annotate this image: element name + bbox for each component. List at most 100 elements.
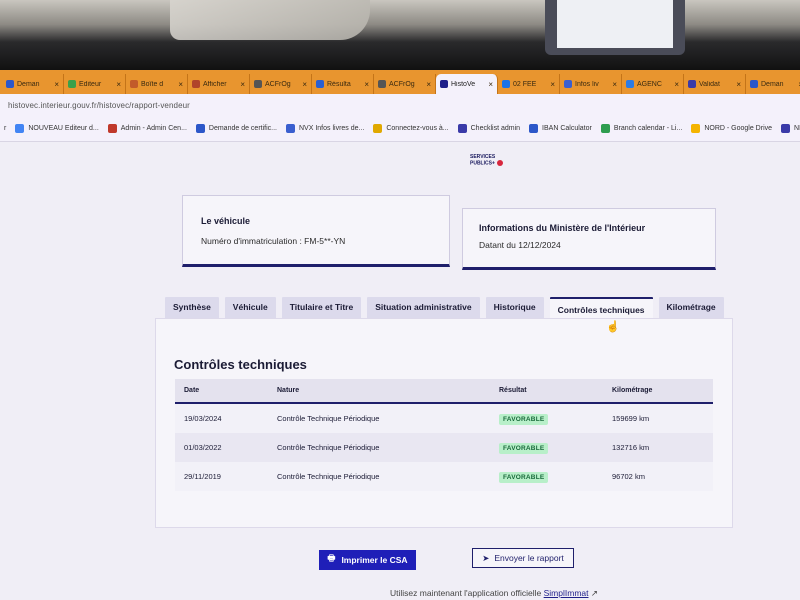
cell-mileage: 132716 km xyxy=(612,443,650,452)
send-report-button[interactable]: ➤ Envoyer le rapport xyxy=(472,548,574,568)
close-icon[interactable]: × xyxy=(612,80,617,89)
bookmark-label: r xyxy=(4,125,7,132)
footer-text: Utilisez maintenant l'application offici… xyxy=(390,588,598,598)
browser-tab[interactable]: 02 FEE × xyxy=(498,74,560,94)
tab-situation-administrative[interactable]: Situation administrative xyxy=(367,297,480,320)
tab-favicon-icon xyxy=(626,80,634,88)
background-object xyxy=(170,0,370,40)
bookmark-item[interactable]: NOUVEAU Editeur d... xyxy=(15,124,99,133)
browser-tab[interactable]: Deman× xyxy=(746,74,800,94)
report-tabs: Synthèse Véhicule Titulaire et Titre Situat… xyxy=(165,297,724,320)
close-icon[interactable]: × xyxy=(674,80,679,89)
background-tablet xyxy=(545,0,685,55)
cell-mileage: 96702 km xyxy=(612,472,645,481)
table-header: Date Nature Résultat Kilométrage xyxy=(175,379,713,404)
header-nature: Nature xyxy=(277,387,300,394)
tab-title: Validat xyxy=(699,80,720,88)
cell-nature: Contrôle Technique Périodique xyxy=(277,414,380,423)
bookmark-label: Branch calendar - Li... xyxy=(613,125,683,132)
close-icon[interactable]: × xyxy=(550,80,555,89)
bookmark-label: IBAN Calculator xyxy=(542,125,592,132)
bookmark-label: Demande de certific... xyxy=(208,125,277,132)
browser-tab[interactable]: Infos liv × xyxy=(560,74,622,94)
address-bar[interactable]: histovec.interieur.gouv.fr/histovec/rapp… xyxy=(0,94,800,116)
bookmark-icon xyxy=(373,124,383,133)
bookmark-label: Admin - Admin Cen... xyxy=(120,125,187,132)
bookmark-item[interactable]: Admin - Admin Cen... xyxy=(107,124,187,133)
close-icon[interactable]: × xyxy=(488,80,493,89)
close-icon[interactable]: × xyxy=(302,80,307,89)
bookmark-item[interactable]: r xyxy=(4,125,6,132)
bookmark-item[interactable]: IBAN Calculator xyxy=(529,124,592,133)
close-icon[interactable]: × xyxy=(364,80,369,89)
browser-tab[interactable]: ACFrOg × xyxy=(374,74,436,94)
close-icon[interactable]: × xyxy=(736,80,741,89)
browser-tab[interactable]: Boîte d × xyxy=(126,74,188,94)
bookmark-icon xyxy=(286,124,295,133)
bookmark-icon xyxy=(457,124,467,133)
photo-background xyxy=(0,0,800,70)
tab-historique[interactable]: Historique xyxy=(485,297,544,320)
cell-mileage: 159699 km xyxy=(612,414,650,423)
browser-tab[interactable]: Editeur × xyxy=(64,74,126,94)
simplimmat-link[interactable]: SimplImmat xyxy=(544,588,589,598)
tab-favicon-icon xyxy=(440,80,448,88)
tab-vehicule[interactable]: Véhicule xyxy=(224,297,276,320)
browser-tab[interactable]: AGENC × xyxy=(622,74,684,94)
cell-result: FAVORABLE xyxy=(499,414,612,425)
browser-tab[interactable]: Résulta × xyxy=(312,74,374,94)
vehicle-card: Le véhicule Numéro d'immatriculation : F… xyxy=(182,195,450,267)
registration-number: Numéro d'immatriculation : FM-5**-YN xyxy=(201,236,346,246)
tab-kilometrage[interactable]: Kilométrage xyxy=(658,297,724,320)
bookmark-label: NOUVEAU Editeur d... xyxy=(28,125,99,132)
table-row: 01/03/2022 Contrôle Technique Périodique F… xyxy=(175,433,713,462)
close-icon[interactable]: × xyxy=(240,80,245,89)
close-icon[interactable]: × xyxy=(54,80,59,89)
tab-titulaire-et-titre[interactable]: Titulaire et Titre xyxy=(281,297,362,320)
browser-tab[interactable]: Deman × xyxy=(2,74,64,94)
close-icon[interactable]: × xyxy=(116,80,121,89)
tab-favicon-icon xyxy=(564,80,572,88)
bookmark-label: Checklist admin xyxy=(470,125,521,132)
tab-favicon-icon xyxy=(254,80,262,88)
bookmark-item[interactable]: Connectez-vous à... xyxy=(373,124,449,133)
table-row: 29/11/2019 Contrôle Technique Périodique F… xyxy=(175,462,713,491)
send-icon: ➤ xyxy=(482,552,490,563)
controls-table: Date Nature Résultat Kilométrage 19/03/2… xyxy=(175,379,713,491)
bookmark-icon xyxy=(691,124,701,133)
tab-favicon-icon xyxy=(192,80,200,88)
services-publics-logo: SERVICES PUBLICS+ xyxy=(470,154,503,166)
close-icon[interactable]: × xyxy=(178,80,183,89)
url-text[interactable]: histovec.interieur.gouv.fr/histovec/rapp… xyxy=(8,101,190,110)
browser-tab[interactable]: HistoVe × xyxy=(436,74,498,94)
ministry-card: Informations du Ministère de l'Intérieur… xyxy=(462,208,716,270)
section-title: Contrôles techniques xyxy=(174,357,307,372)
tab-title: AGENC xyxy=(637,80,662,88)
bookmark-item[interactable]: NVX Infos livres de... xyxy=(286,124,364,133)
close-icon[interactable]: × xyxy=(426,80,431,89)
bookmark-icon xyxy=(781,124,791,133)
tab-title: Boîte d xyxy=(141,80,164,88)
tab-title: 02 FEE xyxy=(513,80,537,88)
bookmark-item[interactable]: Checklist admin xyxy=(457,124,521,133)
bookmark-label: NVX Infos livres de... xyxy=(299,125,365,132)
bookmark-item[interactable]: NEWDemande va xyxy=(781,124,800,133)
cell-date: 01/03/2022 xyxy=(184,443,222,452)
bookmark-label: Connectez-vous à... xyxy=(386,125,449,132)
print-csa-button[interactable]: 🖶 Imprimer le CSA xyxy=(319,550,416,570)
tab-synthese[interactable]: Synthèse xyxy=(165,297,219,320)
tab-controles-techniques[interactable]: Contrôles techniques xyxy=(549,297,653,320)
bookmark-item[interactable]: NORD - Google Drive xyxy=(691,124,772,133)
tab-title: Deman xyxy=(17,80,40,88)
bookmark-item[interactable]: Branch calendar - Li... xyxy=(600,124,683,133)
browser-tab[interactable]: ACFrOg × xyxy=(250,74,312,94)
tab-title: Résulta xyxy=(327,80,351,88)
browser-tab[interactable]: Afficher × xyxy=(188,74,250,94)
tab-favicon-icon xyxy=(502,80,510,88)
bookmark-icon xyxy=(107,124,117,133)
tab-favicon-icon xyxy=(688,80,696,88)
bookmark-item[interactable]: Demande de certific... xyxy=(195,124,277,133)
ministry-card-title: Informations du Ministère de l'Intérieur xyxy=(479,223,646,233)
status-badge: FAVORABLE xyxy=(499,414,549,425)
browser-tab[interactable]: Validat × xyxy=(684,74,746,94)
